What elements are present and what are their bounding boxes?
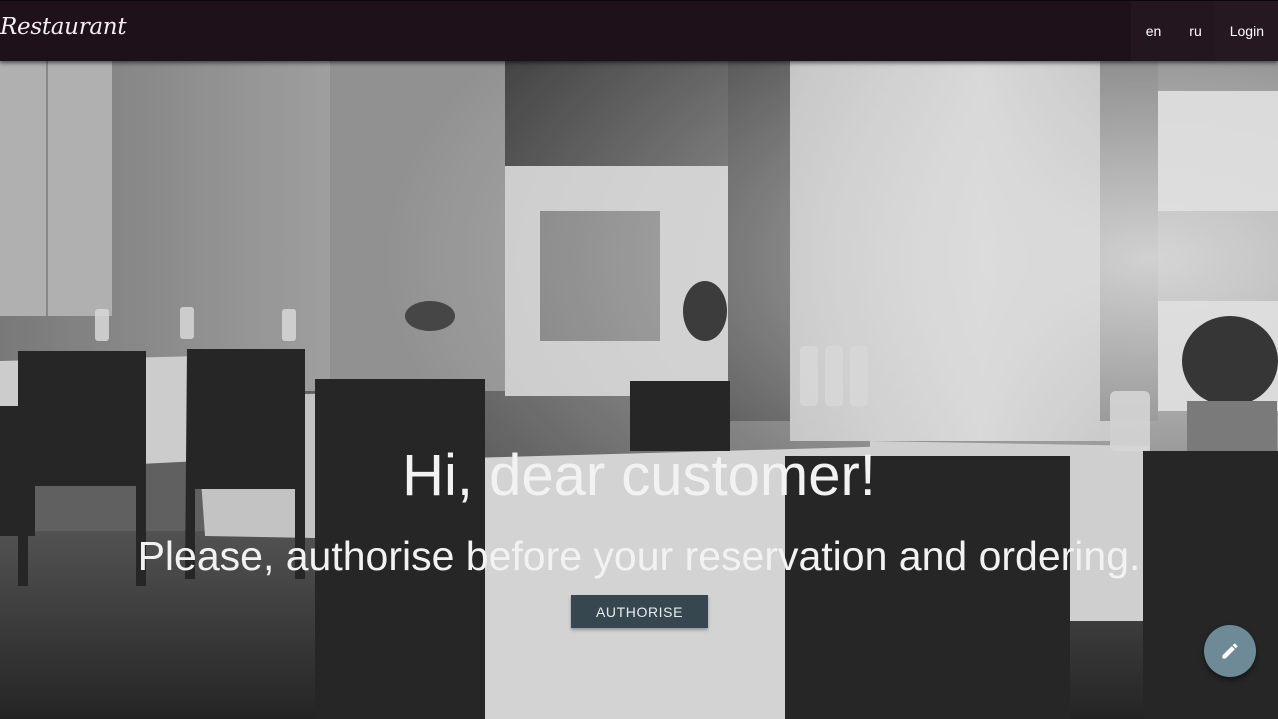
nav-links: en ru Login — [1130, 1, 1278, 61]
edit-fab-button[interactable] — [1204, 625, 1256, 677]
language-en-link[interactable]: en — [1130, 1, 1177, 61]
top-navbar: Restaurant en ru Login — [0, 0, 1278, 61]
hero-section: Hi, dear customer! Please, authorise bef… — [0, 61, 1278, 719]
language-ru-link[interactable]: ru — [1176, 1, 1215, 61]
pencil-icon — [1222, 643, 1238, 659]
login-link[interactable]: Login — [1214, 1, 1278, 61]
authorise-button[interactable]: AUTHORISE — [571, 595, 708, 628]
hero-title: Hi, dear customer! — [402, 443, 876, 508]
hero-subtitle: Please, authorise before your reservatio… — [137, 533, 1141, 579]
brand-logo-link[interactable]: Restaurant — [0, 14, 127, 40]
